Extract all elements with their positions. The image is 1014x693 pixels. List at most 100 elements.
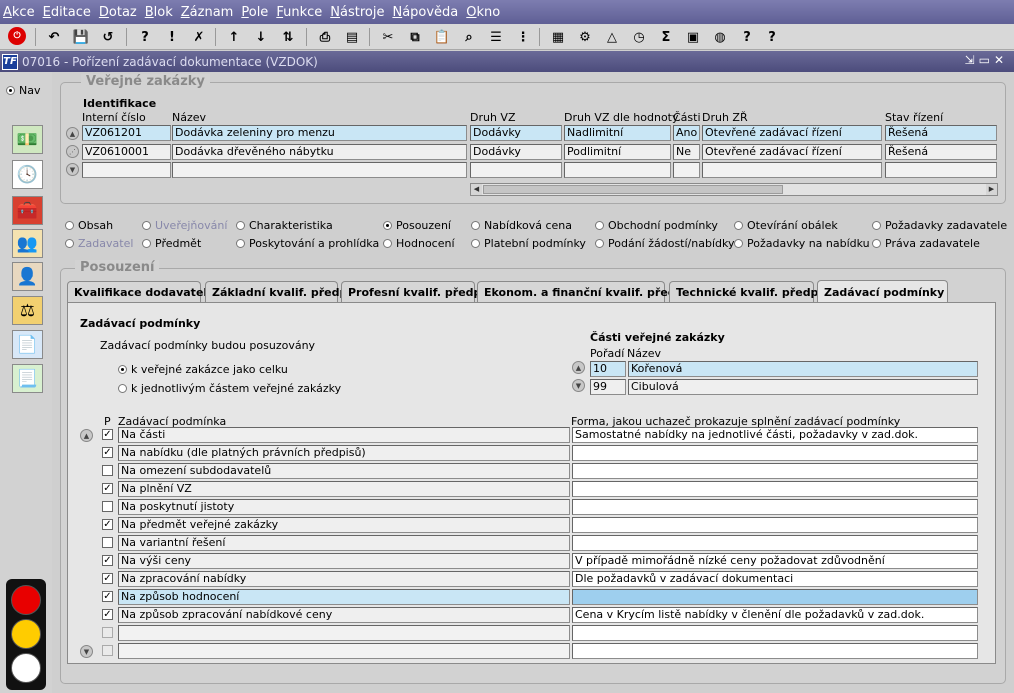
section-option-11[interactable]: Hodnocení bbox=[383, 237, 455, 250]
find-icon[interactable]: ⌕ bbox=[459, 27, 479, 47]
vz-cell[interactable]: Ano bbox=[673, 125, 700, 141]
condition-forma-cell[interactable]: V případě mimořádně nízké ceny požadovat… bbox=[572, 553, 978, 569]
section-option-1[interactable]: Uveřejňování bbox=[142, 219, 227, 232]
menu-item-8[interactable]: Nápověda bbox=[392, 5, 458, 20]
people-icon[interactable]: 👥 bbox=[12, 229, 43, 258]
vz-empty-cell[interactable] bbox=[673, 162, 700, 178]
condition-forma-cell[interactable] bbox=[572, 625, 978, 641]
menu-item-7[interactable]: Nástroje bbox=[330, 5, 384, 20]
tab-3[interactable]: Ekonom. a finanční kvalif. předp. bbox=[477, 281, 688, 302]
vz-empty-cell[interactable] bbox=[82, 162, 171, 178]
new-document-icon[interactable]: 📃 bbox=[12, 364, 43, 393]
excel-icon[interactable]: ▣ bbox=[683, 27, 703, 47]
vz-cell[interactable]: Dodávka zeleniny pro menzu bbox=[172, 125, 467, 141]
help-topics-icon[interactable]: ? bbox=[737, 27, 757, 47]
condition-name-cell[interactable]: Na omezení subdodavatelů bbox=[118, 463, 570, 479]
sum-icon[interactable]: Σ bbox=[656, 27, 676, 47]
section-option-14[interactable]: Požadavky na nabídku bbox=[734, 237, 870, 250]
triangle-icon[interactable]: △ bbox=[602, 27, 622, 47]
section-option-6[interactable]: Otevírání obálek bbox=[734, 219, 838, 232]
cut-icon[interactable]: ✂ bbox=[378, 27, 398, 47]
condition-forma-cell[interactable]: Cena v Krycím listě nabídky v členění dl… bbox=[572, 607, 978, 623]
vz-cell[interactable]: Dodávky bbox=[470, 144, 562, 160]
vz-cell[interactable]: Otevřené zadávací řízení bbox=[702, 125, 882, 141]
section-option-2[interactable]: Charakteristika bbox=[236, 219, 333, 232]
condition-checkbox[interactable] bbox=[102, 465, 113, 476]
section-option-5[interactable]: Obchodní podmínky bbox=[595, 219, 718, 232]
tab-1[interactable]: Základní kvalif. předp. bbox=[205, 281, 352, 302]
menu-item-5[interactable]: Pole bbox=[241, 5, 268, 20]
section-option-8[interactable]: Zadavatel bbox=[65, 237, 133, 250]
condition-name-cell[interactable]: Na variantní řešení bbox=[118, 535, 570, 551]
window-controls[interactable]: ⇲▭✕ bbox=[965, 53, 1008, 67]
condition-checkbox[interactable]: ✓ bbox=[102, 609, 113, 620]
scroll-right-arrow-icon[interactable]: ▶ bbox=[986, 184, 997, 195]
section-radio[interactable] bbox=[734, 221, 743, 230]
section-radio[interactable] bbox=[236, 239, 245, 248]
section-radio[interactable] bbox=[595, 221, 604, 230]
section-option-0[interactable]: Obsah bbox=[65, 219, 113, 232]
clock-icon[interactable]: ◷ bbox=[629, 27, 649, 47]
save-icon[interactable]: 💾 bbox=[71, 27, 91, 47]
vz-scroll-down-button[interactable]: ▼ bbox=[66, 163, 79, 176]
calculator-icon[interactable]: ▦ bbox=[548, 27, 568, 47]
condition-name-cell[interactable]: Na plnění VZ bbox=[118, 481, 570, 497]
condition-forma-cell[interactable] bbox=[572, 643, 978, 659]
condition-checkbox[interactable]: ✓ bbox=[102, 447, 113, 458]
nav-radio[interactable]: Nav bbox=[6, 84, 40, 97]
vz-scroll-up-button[interactable]: ▲ bbox=[66, 127, 79, 140]
condition-name-cell[interactable]: Na poskytnutí jistoty bbox=[118, 499, 570, 515]
vz-cell[interactable]: Podlimitní bbox=[564, 144, 671, 160]
exit-icon[interactable]: ⏻ bbox=[8, 27, 26, 45]
section-option-7[interactable]: Požadavky zadavatele bbox=[872, 219, 1007, 232]
casti-poradi-cell[interactable]: 99 bbox=[590, 379, 626, 395]
list-icon[interactable]: ☰ bbox=[486, 27, 506, 47]
section-radio[interactable] bbox=[142, 239, 151, 248]
casti-nazev-cell[interactable]: Cibulová bbox=[628, 379, 978, 395]
casti-poradi-cell[interactable]: 10 bbox=[590, 361, 626, 377]
print-icon[interactable]: ⎙ bbox=[315, 27, 335, 47]
sort-desc-icon[interactable]: ↓ bbox=[251, 27, 271, 47]
execute-query-icon[interactable]: ! bbox=[162, 27, 182, 47]
section-radio[interactable] bbox=[142, 221, 151, 230]
vz-empty-cell[interactable] bbox=[172, 162, 467, 178]
condition-name-cell[interactable] bbox=[118, 643, 570, 659]
condition-checkbox[interactable]: ✓ bbox=[102, 483, 113, 494]
document-icon[interactable]: 📄 bbox=[12, 330, 43, 359]
condition-checkbox[interactable]: ✓ bbox=[102, 555, 113, 566]
section-radio[interactable] bbox=[383, 221, 392, 230]
menu-item-2[interactable]: Dotaz bbox=[99, 5, 137, 20]
option-celek[interactable]: k veřejné zakázce jako celku bbox=[118, 363, 288, 376]
filter-icon[interactable]: ⚙ bbox=[575, 27, 595, 47]
menu-item-1[interactable]: Editace bbox=[43, 5, 91, 20]
cancel-query-icon[interactable]: ✗ bbox=[189, 27, 209, 47]
section-option-4[interactable]: Nabídková cena bbox=[471, 219, 572, 232]
section-option-3[interactable]: Posouzení bbox=[383, 219, 451, 232]
vz-cell[interactable]: Dodávky bbox=[470, 125, 562, 141]
vz-cell[interactable]: Ne bbox=[673, 144, 700, 160]
condition-checkbox[interactable] bbox=[102, 501, 113, 512]
vz-cell[interactable]: Řešená bbox=[885, 144, 997, 160]
section-radio[interactable] bbox=[872, 239, 881, 248]
casti-scroll-down-button[interactable]: ▼ bbox=[572, 379, 585, 392]
menu-item-4[interactable]: Záznam bbox=[181, 5, 234, 20]
scroll-thumb[interactable] bbox=[483, 185, 783, 194]
help-icon[interactable]: ? bbox=[762, 27, 782, 47]
section-option-10[interactable]: Poskytování a prohlídka bbox=[236, 237, 379, 250]
vz-cell[interactable]: Řešená bbox=[885, 125, 997, 141]
vz-cell[interactable]: VZ0610001 bbox=[82, 144, 171, 160]
condition-forma-cell[interactable] bbox=[572, 499, 978, 515]
condition-forma-cell[interactable] bbox=[572, 535, 978, 551]
condition-name-cell[interactable]: Na nabídku (dle platných právních předpi… bbox=[118, 445, 570, 461]
tab-5[interactable]: Zadávací podmínky bbox=[817, 280, 948, 303]
vz-empty-cell[interactable] bbox=[702, 162, 882, 178]
sort-asc-icon[interactable]: ↑ bbox=[224, 27, 244, 47]
condition-name-cell[interactable]: Na zpracování nabídky bbox=[118, 571, 570, 587]
menu-item-9[interactable]: Okno bbox=[466, 5, 500, 20]
section-option-12[interactable]: Platební podmínky bbox=[471, 237, 586, 250]
condition-checkbox[interactable] bbox=[102, 645, 113, 656]
condition-forma-cell[interactable] bbox=[572, 463, 978, 479]
section-option-9[interactable]: Předmět bbox=[142, 237, 201, 250]
condition-name-cell[interactable]: Na výši ceny bbox=[118, 553, 570, 569]
menu-item-0[interactable]: Akce bbox=[3, 5, 35, 20]
